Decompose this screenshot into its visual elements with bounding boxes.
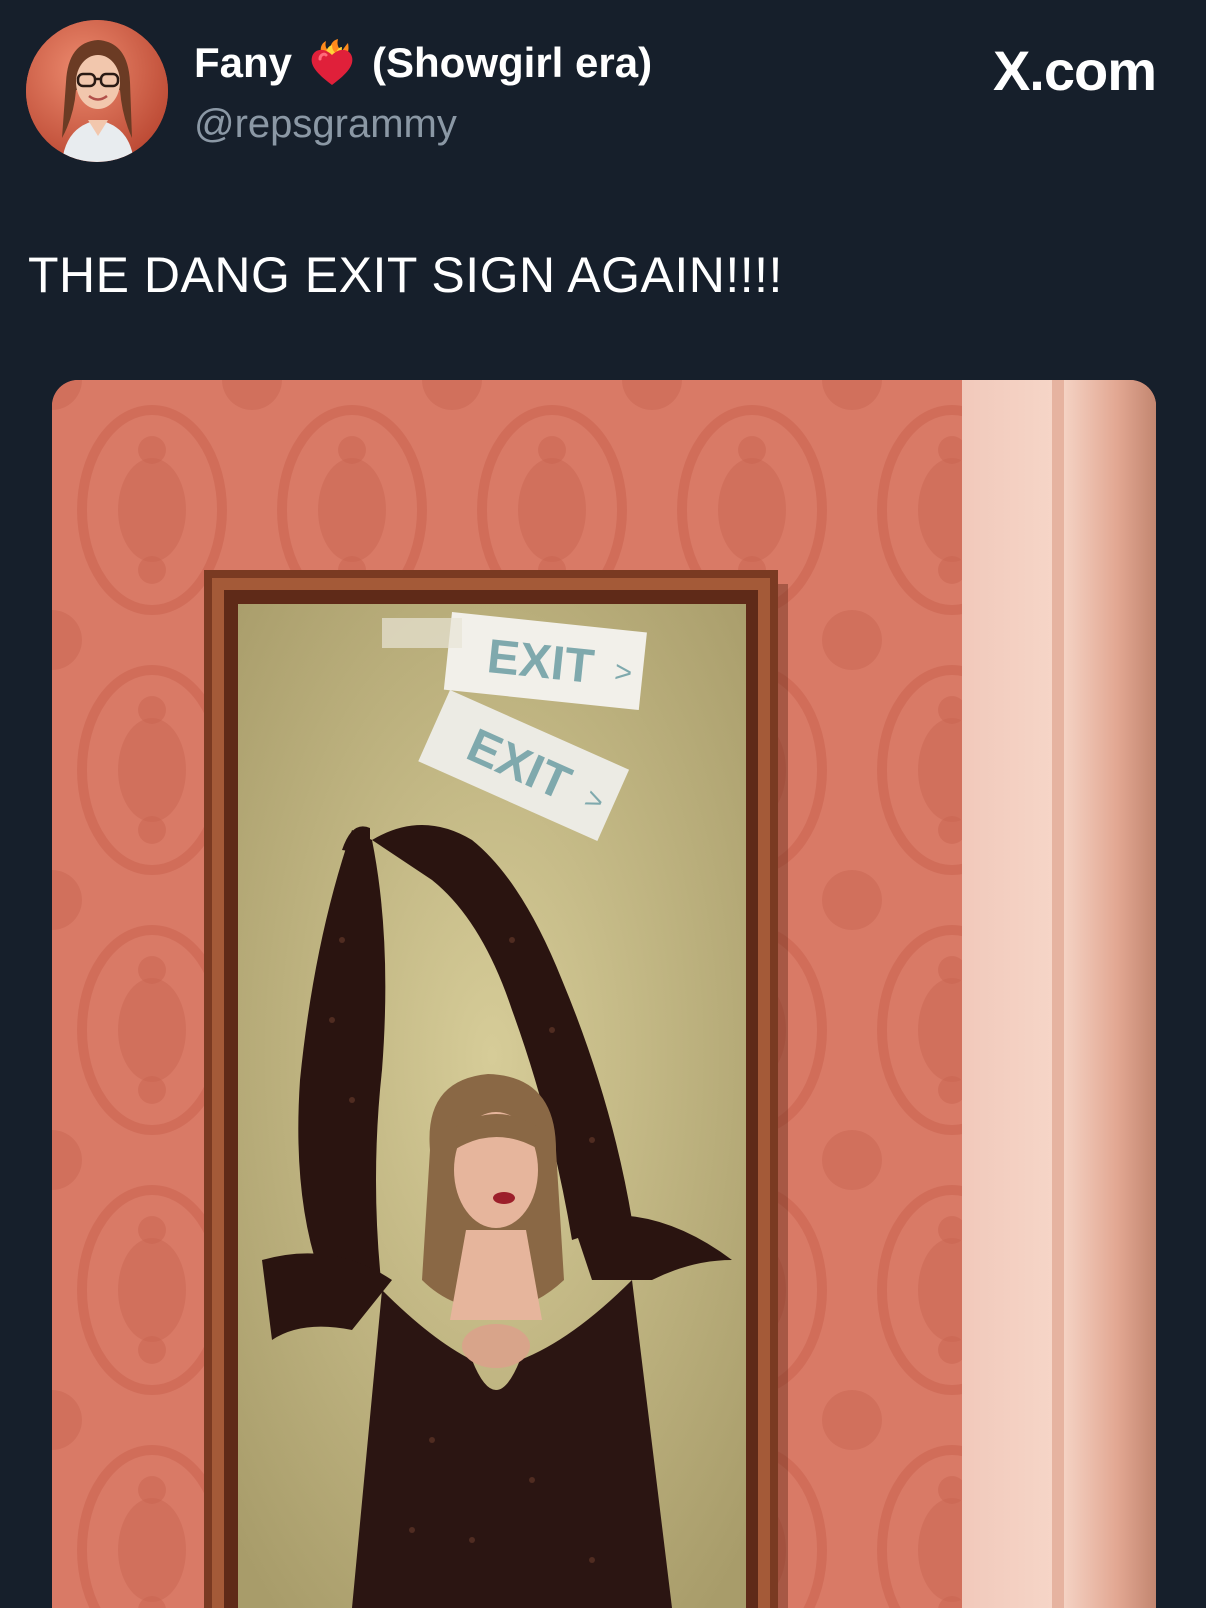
tweet-text: THE DANG EXIT SIGN AGAIN!!!! xyxy=(28,247,783,303)
exit-sign-text: EXIT xyxy=(485,630,597,694)
heart-on-fire-icon xyxy=(306,37,358,89)
tweet-media[interactable]: EXIT > EXIT > xyxy=(52,380,1156,1608)
author-name-row[interactable]: Fany (Showgirl era) xyxy=(194,36,652,90)
author-name: Fany xyxy=(194,39,293,86)
svg-text:>: > xyxy=(613,655,634,690)
media-image: EXIT > EXIT > xyxy=(52,380,1156,1608)
avatar-image xyxy=(26,20,168,162)
author-name-suffix: (Showgirl era) xyxy=(372,39,653,86)
author-avatar[interactable] xyxy=(26,20,168,162)
author-handle[interactable]: @repsgrammy xyxy=(194,98,457,150)
brand-label: X.com xyxy=(992,39,1157,102)
